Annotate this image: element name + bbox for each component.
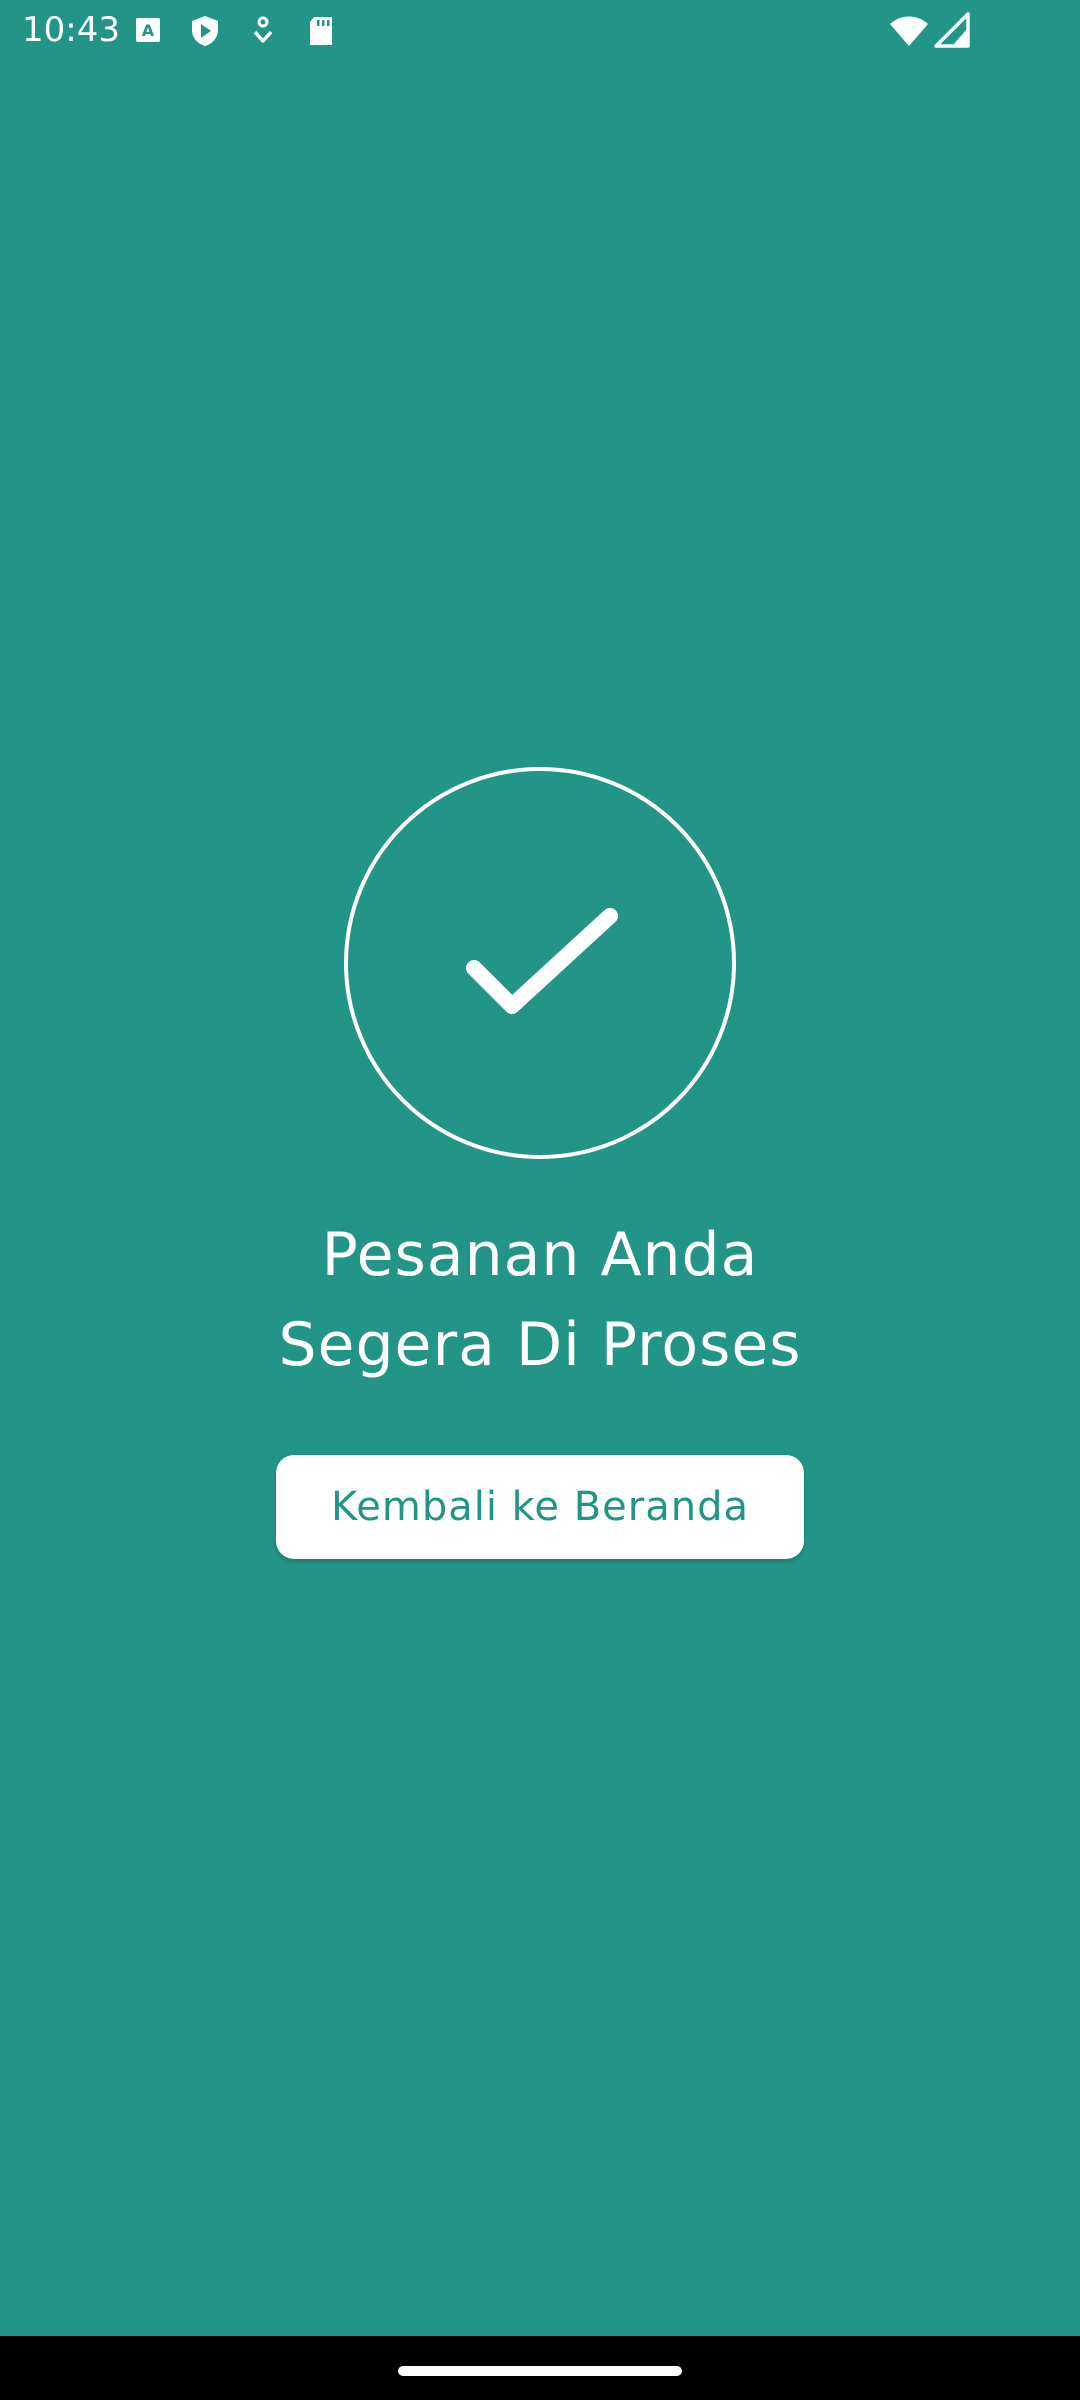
status-time: 10:43 [22, 10, 120, 50]
download-badge-icon [246, 14, 280, 48]
signal-icon [934, 12, 970, 48]
success-message-line-2: Segera Di Proses [278, 1310, 802, 1380]
back-to-home-button[interactable]: Kembali ke Beranda [276, 1455, 804, 1559]
svg-text:A: A [142, 21, 155, 40]
order-success-screen: 10:43 A Pesanan Anda Segera Di Proses Ke… [0, 0, 1080, 2400]
success-message: Pesanan Anda Segera Di Proses [140, 1210, 940, 1390]
wifi-icon [888, 12, 930, 50]
font-a-icon: A [132, 14, 166, 48]
home-gesture-handle[interactable] [398, 2366, 682, 2376]
sd-card-icon [304, 14, 338, 48]
success-message-line-1: Pesanan Anda [321, 1220, 759, 1290]
status-bar: 10:43 A [0, 0, 1080, 64]
shield-play-icon [188, 14, 222, 48]
navigation-bar [0, 2336, 1080, 2400]
check-icon [462, 906, 622, 1024]
